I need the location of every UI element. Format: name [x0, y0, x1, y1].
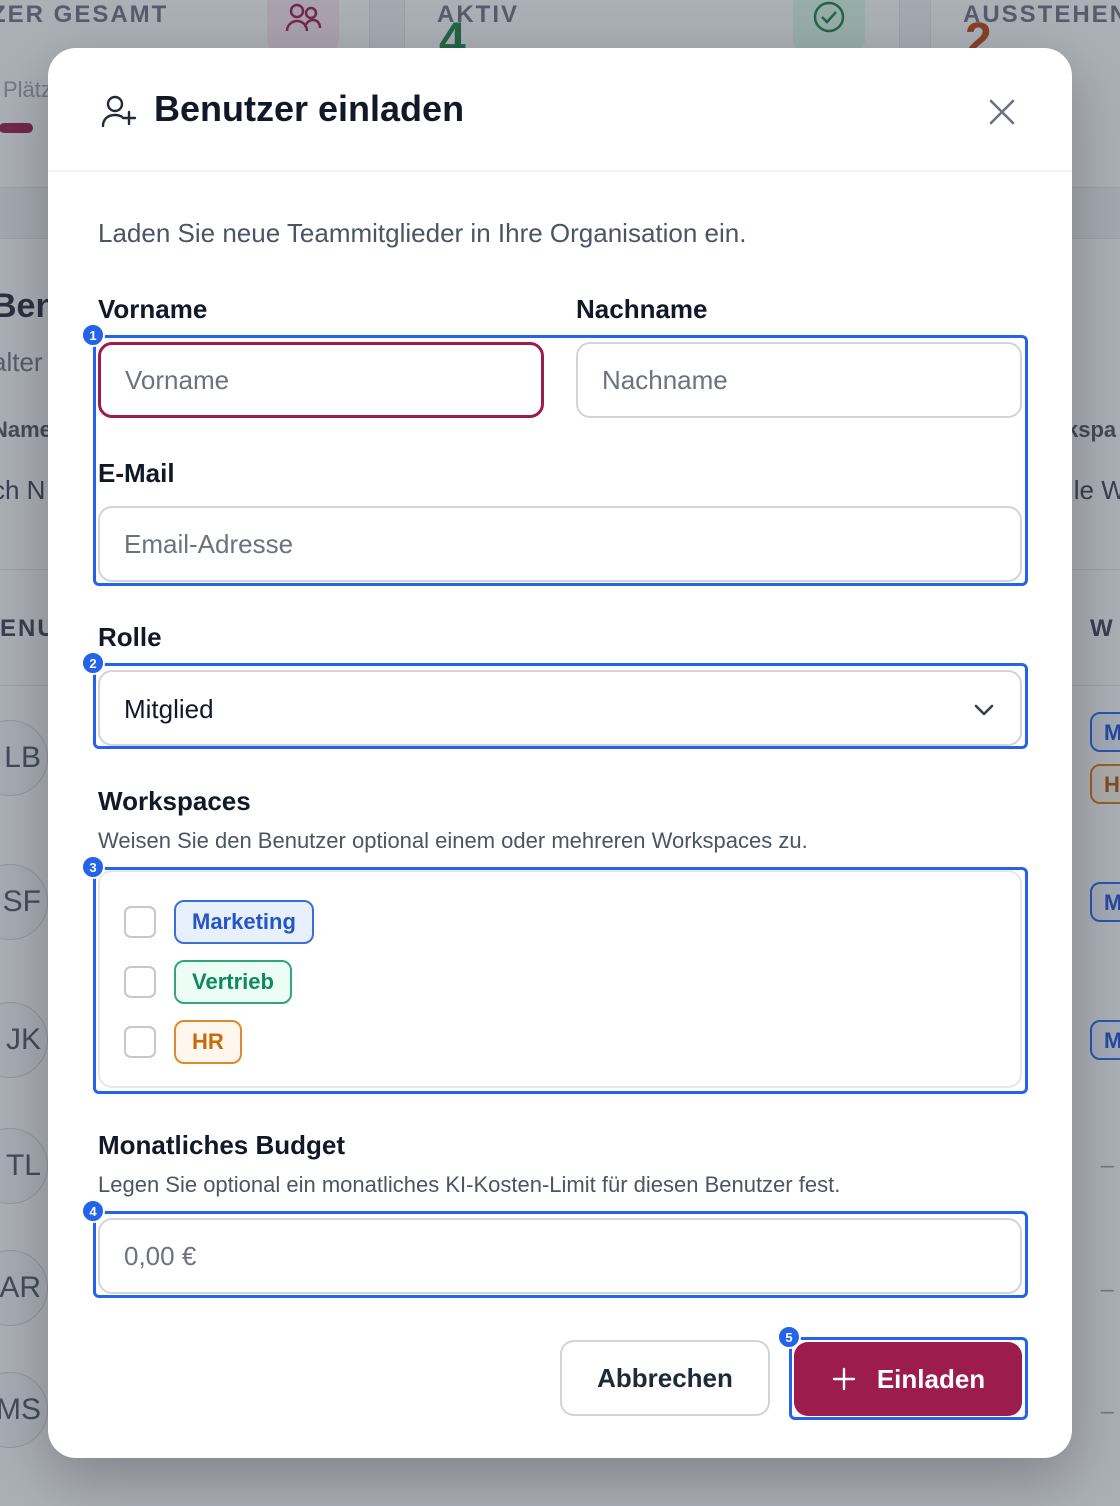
annotation-number: 2	[81, 651, 105, 675]
workspaces-label: Workspaces	[98, 786, 251, 816]
annotation-number: 4	[81, 1199, 105, 1223]
annotation-number: 5	[777, 1325, 801, 1349]
annotation-box	[93, 1211, 1028, 1298]
cancel-button[interactable]: Abbrechen	[560, 1340, 770, 1416]
annotation-box	[93, 867, 1028, 1094]
budget-label: Monatliches Budget	[98, 1130, 346, 1160]
workspaces-helper: Weisen Sie den Benutzer optional einem o…	[98, 828, 808, 853]
annotation-number: 1	[81, 323, 105, 347]
dialog-description: Laden Sie neue Teammitglieder in Ihre Or…	[98, 218, 747, 248]
annotation-box	[93, 335, 1028, 586]
close-icon[interactable]	[982, 92, 1022, 132]
dialog-header: Benutzer einladen	[48, 48, 1072, 172]
annotation-box	[789, 1337, 1028, 1420]
dialog-title: Benutzer einladen	[154, 88, 465, 129]
first-name-label: Vorname	[98, 294, 208, 324]
last-name-label: Nachname	[576, 294, 708, 324]
annotation-number: 3	[81, 855, 105, 879]
user-plus-icon	[101, 95, 137, 128]
annotation-box	[93, 663, 1028, 749]
budget-helper: Legen Sie optional ein monatliches KI-Ko…	[98, 1172, 841, 1197]
role-label: Rolle	[98, 622, 162, 652]
